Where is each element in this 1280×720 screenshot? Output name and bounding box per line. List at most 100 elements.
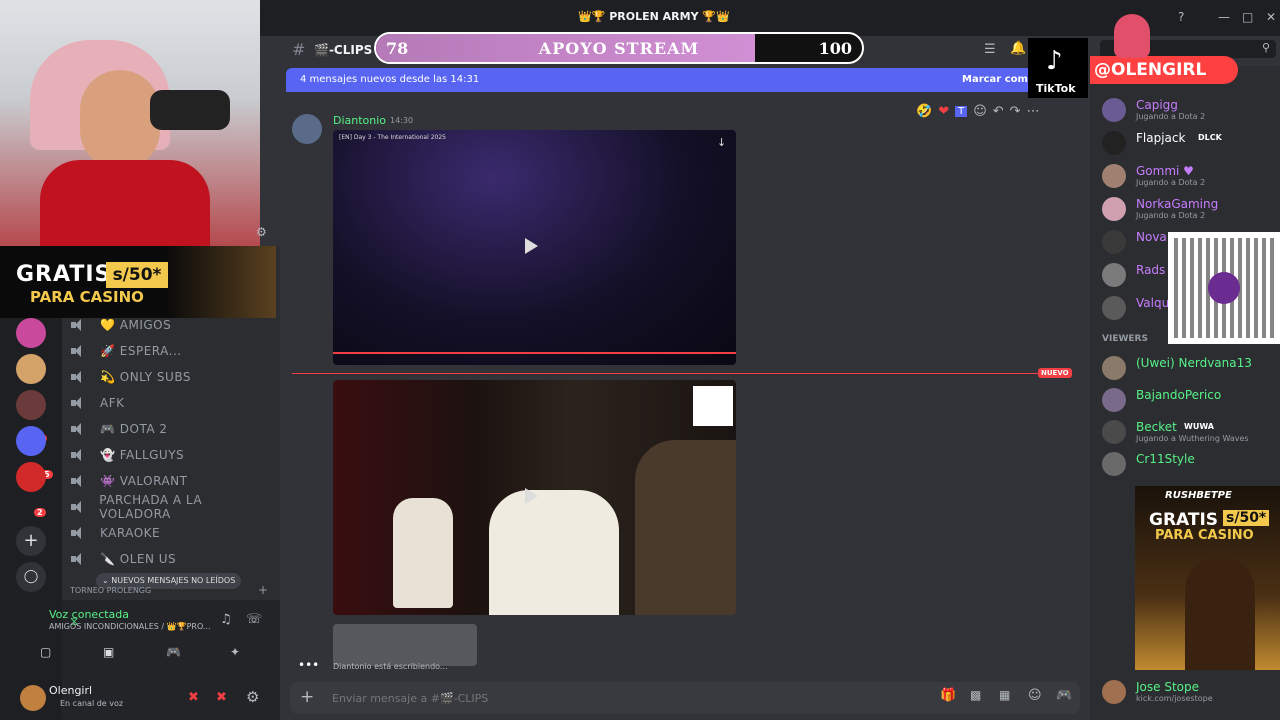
unread-pill-label: NUEVOS MENSAJES NO LEÍDOS — [111, 576, 236, 585]
category-label[interactable]: TORNEO PROLENGG — [70, 586, 151, 595]
chair-shape — [393, 498, 453, 608]
voice-channel-item[interactable]: PARCHADA A LA VOLADORA — [70, 493, 270, 521]
video-player-1[interactable]: [EN] Day 3 - The International 2025 ↓ — [333, 130, 736, 365]
user-name[interactable]: Olengirl — [49, 684, 92, 697]
member-row[interactable]: NorkaGaming Jugando a Dota 2 — [1102, 193, 1272, 229]
more-icon[interactable]: ⋯ — [1027, 104, 1040, 119]
voice-channel-item[interactable]: 🚀 ESPERA... — [70, 340, 270, 362]
member-row[interactable]: Becket WUWA Jugando a Wuthering Waves — [1102, 416, 1272, 452]
promo2-figure — [1185, 556, 1255, 670]
video-thumb-3[interactable] — [333, 624, 477, 666]
soundboard-icon[interactable]: ✦ — [230, 645, 240, 659]
deafen-icon[interactable]: ✖ — [216, 690, 227, 705]
member-name: (Uwei) Nerdvana13 — [1136, 356, 1252, 370]
close-icon[interactable]: ✕ — [1266, 10, 1276, 24]
chevron-down-icon: ⌄ — [102, 576, 112, 585]
download-icon[interactable]: ↓ — [717, 136, 726, 149]
add-channel-icon[interactable]: + — [258, 583, 268, 597]
play-icon[interactable] — [525, 488, 538, 504]
voice-channel-label: KARAOKE — [100, 526, 161, 540]
activity-icon[interactable]: 🎮 — [1056, 688, 1072, 703]
attach-plus-icon[interactable]: + — [300, 687, 314, 707]
yape-logo — [1208, 272, 1240, 304]
threads-icon[interactable]: ☰ — [984, 42, 996, 57]
promo2-word: GRATIS — [1149, 510, 1219, 530]
webcam-overlay — [0, 0, 260, 246]
voice-channel-item[interactable]: 💫 ONLY SUBS — [70, 366, 270, 388]
t-reaction-icon[interactable]: T — [955, 105, 968, 117]
sticker-icon[interactable]: ▦ — [999, 688, 1010, 702]
settings-small-icon[interactable]: ⚙ — [256, 225, 267, 239]
gift-icon[interactable]: 🎁 — [940, 688, 956, 703]
member-name: Flapjack — [1136, 131, 1186, 145]
microphone-shape — [150, 90, 230, 130]
new-divider-label: NUEVO — [1038, 368, 1072, 378]
speaker-icon — [70, 397, 86, 409]
gif-icon[interactable]: ▩ — [970, 688, 981, 702]
voice-connected-label[interactable]: Voz conectada — [49, 608, 129, 621]
new-messages-bar[interactable]: 4 mensajes nuevos desde las 14:31 Marcar… — [286, 68, 1086, 92]
activities-icon[interactable]: 🎮 — [166, 645, 181, 659]
member-name: Gommi ♥ — [1136, 164, 1194, 178]
laugh-reaction-icon[interactable]: 🤣 — [916, 104, 932, 119]
member-row[interactable]: Capigg Jugando a Dota 2 — [1102, 94, 1272, 130]
voice-channel-name[interactable]: AMIGOS INCONDICIONALES / 👑🏆PRO... — [49, 622, 211, 631]
voice-channel-item[interactable]: AFK — [70, 392, 270, 414]
video-player-2[interactable] — [333, 380, 736, 615]
voice-channel-item[interactable]: 👾 VALORANT — [70, 470, 270, 492]
voice-channel-label: 👻 FALLGUYS — [100, 448, 185, 462]
member-row[interactable]: (Uwei) Nerdvana13 — [1102, 352, 1272, 388]
mic-muted-icon[interactable]: ✖ — [188, 690, 199, 705]
help-icon[interactable]: ? — [1178, 10, 1184, 24]
goal-label: APOYO STREAM — [538, 39, 700, 58]
promo-word: GRATIS — [16, 262, 112, 287]
member-row[interactable]: Flapjack DLCK — [1102, 127, 1272, 163]
member-row[interactable]: Cr11Style — [1102, 448, 1272, 484]
member-name: BajandoPerico — [1136, 388, 1222, 402]
voice-channel-item[interactable]: 👻 FALLGUYS — [70, 444, 270, 466]
voice-channel-item[interactable]: KARAOKE — [70, 522, 270, 544]
screen-share-icon[interactable]: ▣ — [103, 645, 114, 659]
user-avatar[interactable] — [20, 685, 46, 711]
member-row[interactable]: BajandoPerico — [1102, 384, 1272, 420]
goal-target: 100 — [818, 39, 852, 58]
settings-gear-icon[interactable]: ⚙ — [246, 688, 259, 706]
voice-channel-item[interactable]: 🎮 DOTA 2 — [70, 418, 270, 440]
disconnect-icon[interactable]: ☏ — [246, 612, 262, 627]
forward-icon[interactable]: ↷ — [1010, 104, 1021, 119]
server-icon[interactable] — [16, 426, 46, 456]
voice-channel-label: 🎮 DOTA 2 — [100, 422, 168, 436]
voice-channel-item[interactable]: 🔪 OLEN US — [70, 548, 270, 570]
mascot-avatar — [1114, 14, 1150, 58]
author-avatar[interactable] — [292, 114, 322, 144]
message-input[interactable] — [332, 689, 832, 707]
member-avatar — [1102, 420, 1126, 444]
add-reaction-icon[interactable]: ☺ — [973, 104, 987, 119]
maximize-icon[interactable]: □ — [1242, 10, 1253, 24]
noise-suppression-icon[interactable]: ♫ — [220, 612, 232, 627]
yape-qr-code — [1168, 232, 1280, 344]
play-icon[interactable] — [525, 238, 538, 254]
camera-off-icon[interactable]: ▢ — [40, 645, 58, 661]
server-icon[interactable] — [16, 390, 46, 420]
server-icon[interactable] — [16, 318, 46, 348]
search-icon[interactable]: ⚲ — [1262, 41, 1270, 54]
author-name[interactable]: Diantonio — [333, 114, 386, 127]
member-row[interactable]: Gommi ♥ Jugando a Dota 2 — [1102, 160, 1272, 196]
message-composer[interactable]: + 🎁 ▩ ▦ ☺ 🎮 — [290, 682, 1080, 714]
add-server-icon[interactable]: + — [16, 526, 46, 556]
server-icon[interactable] — [16, 462, 46, 492]
emoji-icon[interactable]: ☺ — [1028, 688, 1042, 703]
speaker-icon — [70, 553, 86, 565]
member-row[interactable]: Jose Stope kick.com/josestope — [1102, 676, 1272, 712]
promo2-sub: PARA CASINO — [1155, 528, 1254, 543]
reply-icon[interactable]: ↶ — [993, 104, 1004, 119]
server-icon[interactable] — [16, 354, 46, 384]
promo-amount: s/50* — [106, 262, 168, 288]
speaker-icon — [70, 475, 86, 487]
minimize-icon[interactable]: — — [1218, 10, 1230, 24]
video-progress[interactable] — [333, 352, 736, 354]
discover-icon[interactable]: ◯ — [16, 562, 46, 592]
heart-reaction-icon[interactable]: ❤ — [938, 104, 949, 119]
bell-icon[interactable]: 🔔 — [1010, 41, 1026, 56]
